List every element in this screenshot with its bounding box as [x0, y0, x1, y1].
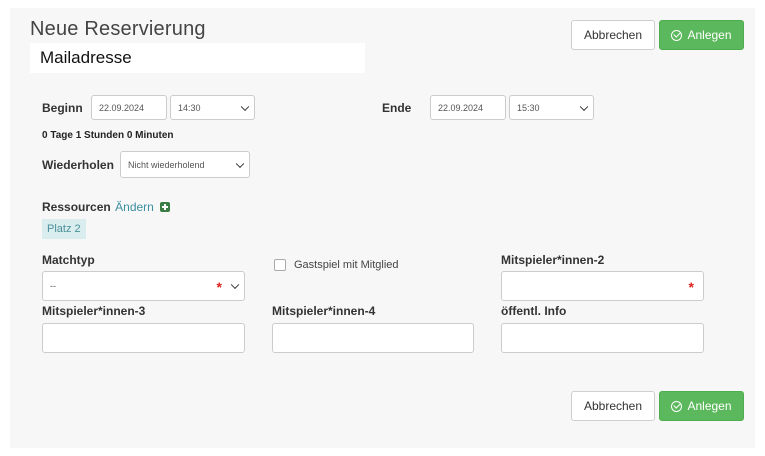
- guest-checkbox[interactable]: [274, 259, 286, 271]
- begin-time-select[interactable]: 14:30: [170, 95, 255, 120]
- repeat-select[interactable]: Nicht wiederholend: [120, 151, 250, 178]
- create-label: Anlegen: [687, 28, 732, 42]
- cancel-label: Abbrechen: [583, 28, 643, 42]
- begin-date-input[interactable]: 22.09.2024: [91, 95, 167, 120]
- cancel-label: Abbrechen: [583, 399, 643, 413]
- check-circle-icon: [671, 29, 683, 41]
- required-marker: *: [216, 279, 222, 295]
- check-circle-icon: [671, 400, 683, 412]
- guest-checkbox-label: Gastspiel mit Mitglied: [294, 259, 399, 271]
- repeat-label: Wiederholen: [42, 158, 114, 172]
- begin-time-value: 14:30: [178, 102, 201, 113]
- required-marker: *: [688, 279, 694, 295]
- chevron-down-icon: [235, 159, 245, 168]
- end-date-value: 22.09.2024: [438, 102, 484, 113]
- repeat-value: Nicht wiederholend: [128, 159, 205, 170]
- create-button-bottom[interactable]: Anlegen: [659, 391, 744, 421]
- player2-input[interactable]: *: [501, 271, 704, 301]
- end-time-value: 15:30: [517, 102, 540, 113]
- player3-label: Mitspieler*innen-3: [42, 304, 146, 318]
- email-field[interactable]: Mailadresse: [30, 43, 365, 73]
- cancel-button-bottom[interactable]: Abbrechen: [571, 391, 655, 421]
- reservation-dialog: [10, 8, 755, 448]
- chevron-down-icon: [240, 102, 250, 111]
- player4-label: Mitspieler*innen-4: [272, 304, 376, 318]
- player4-input[interactable]: [272, 323, 474, 353]
- info-label: öffentl. Info: [501, 304, 567, 318]
- player2-label: Mitspieler*innen-2: [501, 253, 605, 267]
- info-input[interactable]: [501, 323, 704, 353]
- matchtyp-value: --: [50, 281, 56, 291]
- matchtyp-select[interactable]: -- *: [42, 271, 245, 301]
- resources-row: Ressourcen Ändern: [42, 198, 171, 216]
- page-title: Neue Reservierung: [30, 18, 206, 40]
- begin-label: Beginn: [42, 101, 83, 115]
- create-label: Anlegen: [687, 399, 732, 413]
- end-time-select[interactable]: 15:30: [509, 95, 594, 120]
- resource-tag: Platz 2: [42, 219, 86, 239]
- change-resources-link[interactable]: Ändern: [115, 200, 154, 214]
- player3-input[interactable]: [42, 323, 245, 353]
- end-label: Ende: [382, 101, 412, 115]
- matchtyp-label: Matchtyp: [42, 253, 95, 267]
- duration-text: 0 Tage 1 Stunden 0 Minuten: [42, 130, 174, 141]
- create-button-top[interactable]: Anlegen: [659, 20, 744, 50]
- begin-date-value: 22.09.2024: [99, 102, 145, 113]
- resources-label: Ressourcen: [42, 200, 111, 214]
- guest-checkbox-row[interactable]: Gastspiel mit Mitglied: [274, 259, 399, 271]
- chevron-down-icon: [579, 102, 589, 111]
- chevron-down-icon: [230, 280, 240, 290]
- end-date-input[interactable]: 22.09.2024: [430, 95, 506, 120]
- cancel-button-top[interactable]: Abbrechen: [571, 20, 655, 50]
- add-resource-icon[interactable]: [160, 202, 171, 212]
